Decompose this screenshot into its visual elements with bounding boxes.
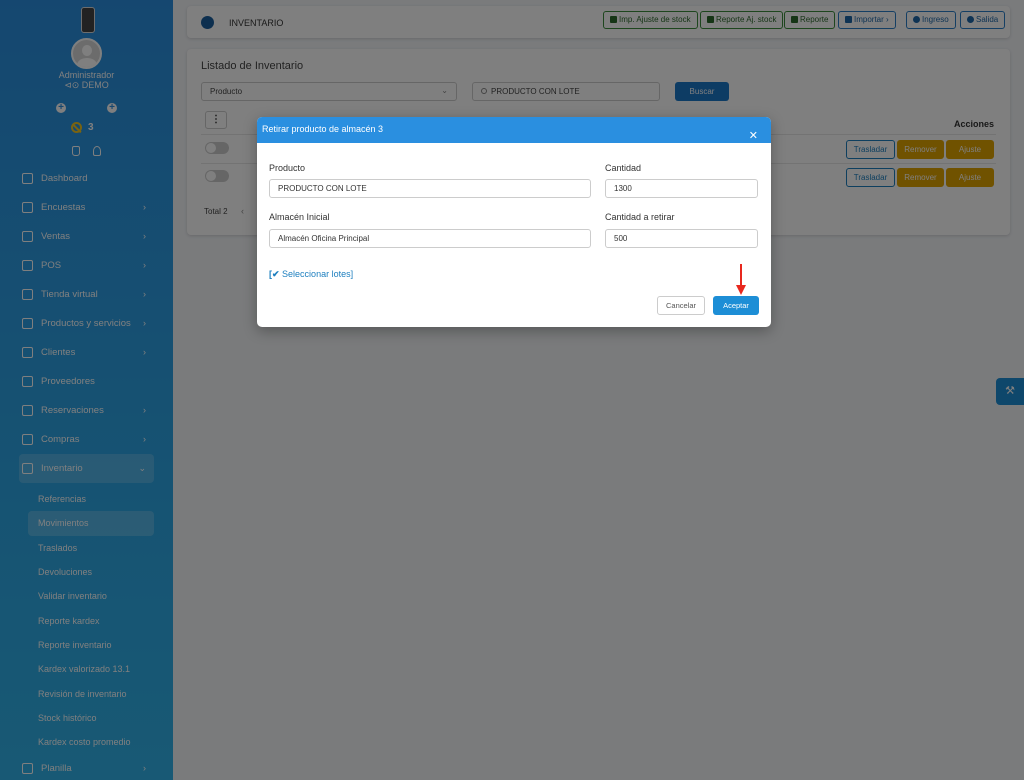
withdraw-quantity-field[interactable]: 500	[605, 229, 758, 248]
modal-header: Retirar producto de almacén 3 ✕	[257, 117, 771, 143]
accept-button[interactable]: Aceptar	[713, 296, 759, 315]
link-label: Seleccionar lotes]	[282, 269, 354, 279]
check-icon: [✔	[269, 269, 283, 279]
warehouse-field[interactable]: Almacén Oficina Principal	[269, 229, 591, 248]
close-icon[interactable]: ✕	[749, 129, 758, 142]
modal-title: Retirar producto de almacén 3	[262, 124, 384, 134]
withdraw-quantity-label: Cantidad a retirar	[605, 212, 675, 222]
quantity-field[interactable]: 1300	[605, 179, 758, 198]
cancel-button[interactable]: Cancelar	[657, 296, 705, 315]
product-field[interactable]: PRODUCTO CON LOTE	[269, 179, 591, 198]
warehouse-label: Almacén Inicial	[269, 212, 330, 222]
red-arrow-annotation	[736, 264, 746, 296]
quantity-label: Cantidad	[605, 163, 642, 173]
select-lots-link[interactable]: [✔ Seleccionar lotes]	[269, 269, 353, 280]
product-label: Producto	[269, 163, 306, 173]
withdraw-product-modal: Retirar producto de almacén 3 ✕ Producto…	[257, 117, 771, 327]
